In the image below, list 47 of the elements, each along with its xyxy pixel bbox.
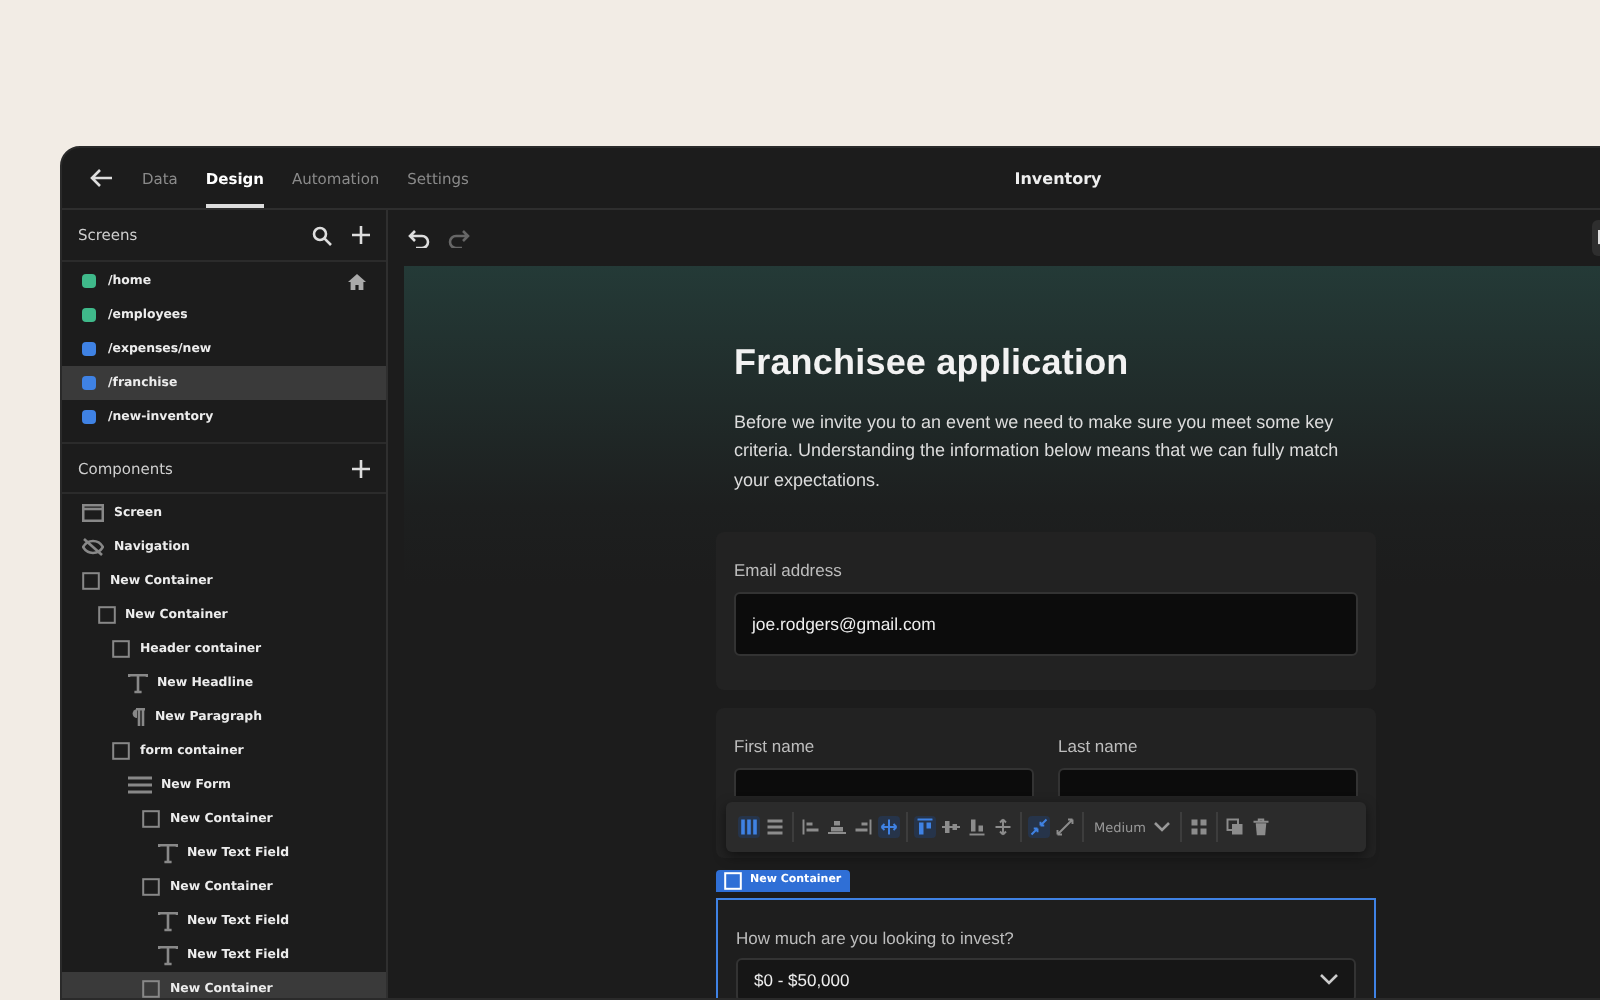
field-label: How much are you looking to invest? xyxy=(736,927,1016,948)
align-bottom-icon[interactable] xyxy=(966,816,988,838)
select-field[interactable]: $0 - $50,000 xyxy=(736,957,1356,998)
align-left-icon[interactable] xyxy=(800,816,822,838)
shrink-icon[interactable] xyxy=(1028,816,1050,838)
paragraph-icon xyxy=(127,707,145,727)
page-paragraph: Before we invite you to an event we need to make sure you meet some key criteria. Understanding the information below means that we can fully match your expectations. xyxy=(734,410,1341,494)
form-icon xyxy=(127,776,151,794)
field-label: First name xyxy=(734,735,817,756)
input-field[interactable]: joe.rodgers@gmail.com xyxy=(734,591,1358,656)
expand-icon[interactable] xyxy=(1054,816,1076,838)
input-field[interactable] xyxy=(734,767,1034,796)
trash-icon[interactable] xyxy=(1250,816,1272,838)
app-title: Inventory xyxy=(1014,169,1102,187)
text-icon xyxy=(157,911,177,931)
horizontal-arrows-icon[interactable] xyxy=(878,816,900,838)
text-icon xyxy=(157,945,177,965)
container-icon xyxy=(112,742,130,760)
field-label: Email address xyxy=(734,559,844,580)
container-icon xyxy=(142,878,160,896)
four-arrows-icon[interactable] xyxy=(992,816,1014,838)
field-label: Last name xyxy=(1058,735,1140,756)
duplicate-icon[interactable] xyxy=(1224,816,1246,838)
screen-icon xyxy=(82,504,104,522)
add-icon[interactable] xyxy=(352,226,370,244)
align-middle-icon[interactable] xyxy=(940,816,962,838)
align-right-icon[interactable] xyxy=(852,816,874,838)
undo-icon[interactable] xyxy=(408,229,430,247)
input-field[interactable] xyxy=(1058,767,1358,796)
back-icon[interactable] xyxy=(90,168,114,188)
container-icon xyxy=(724,871,742,890)
redo-icon[interactable] xyxy=(448,229,470,247)
rows-icon[interactable] xyxy=(764,816,786,838)
chevron-down-icon xyxy=(1320,973,1338,986)
hidden-icon xyxy=(82,538,104,556)
text-icon xyxy=(157,843,177,863)
page-headline: Franchisee application xyxy=(734,342,1131,384)
columns-icon[interactable] xyxy=(738,816,760,838)
chevron-down-icon xyxy=(1154,822,1170,832)
container-icon xyxy=(142,980,160,998)
align-top-icon[interactable] xyxy=(914,816,936,838)
add-icon[interactable] xyxy=(352,459,370,477)
search-icon[interactable] xyxy=(312,225,332,245)
grid-icon[interactable] xyxy=(1188,816,1210,838)
align-center-icon[interactable] xyxy=(826,816,848,838)
container-icon xyxy=(142,810,160,828)
text-icon xyxy=(127,673,147,693)
